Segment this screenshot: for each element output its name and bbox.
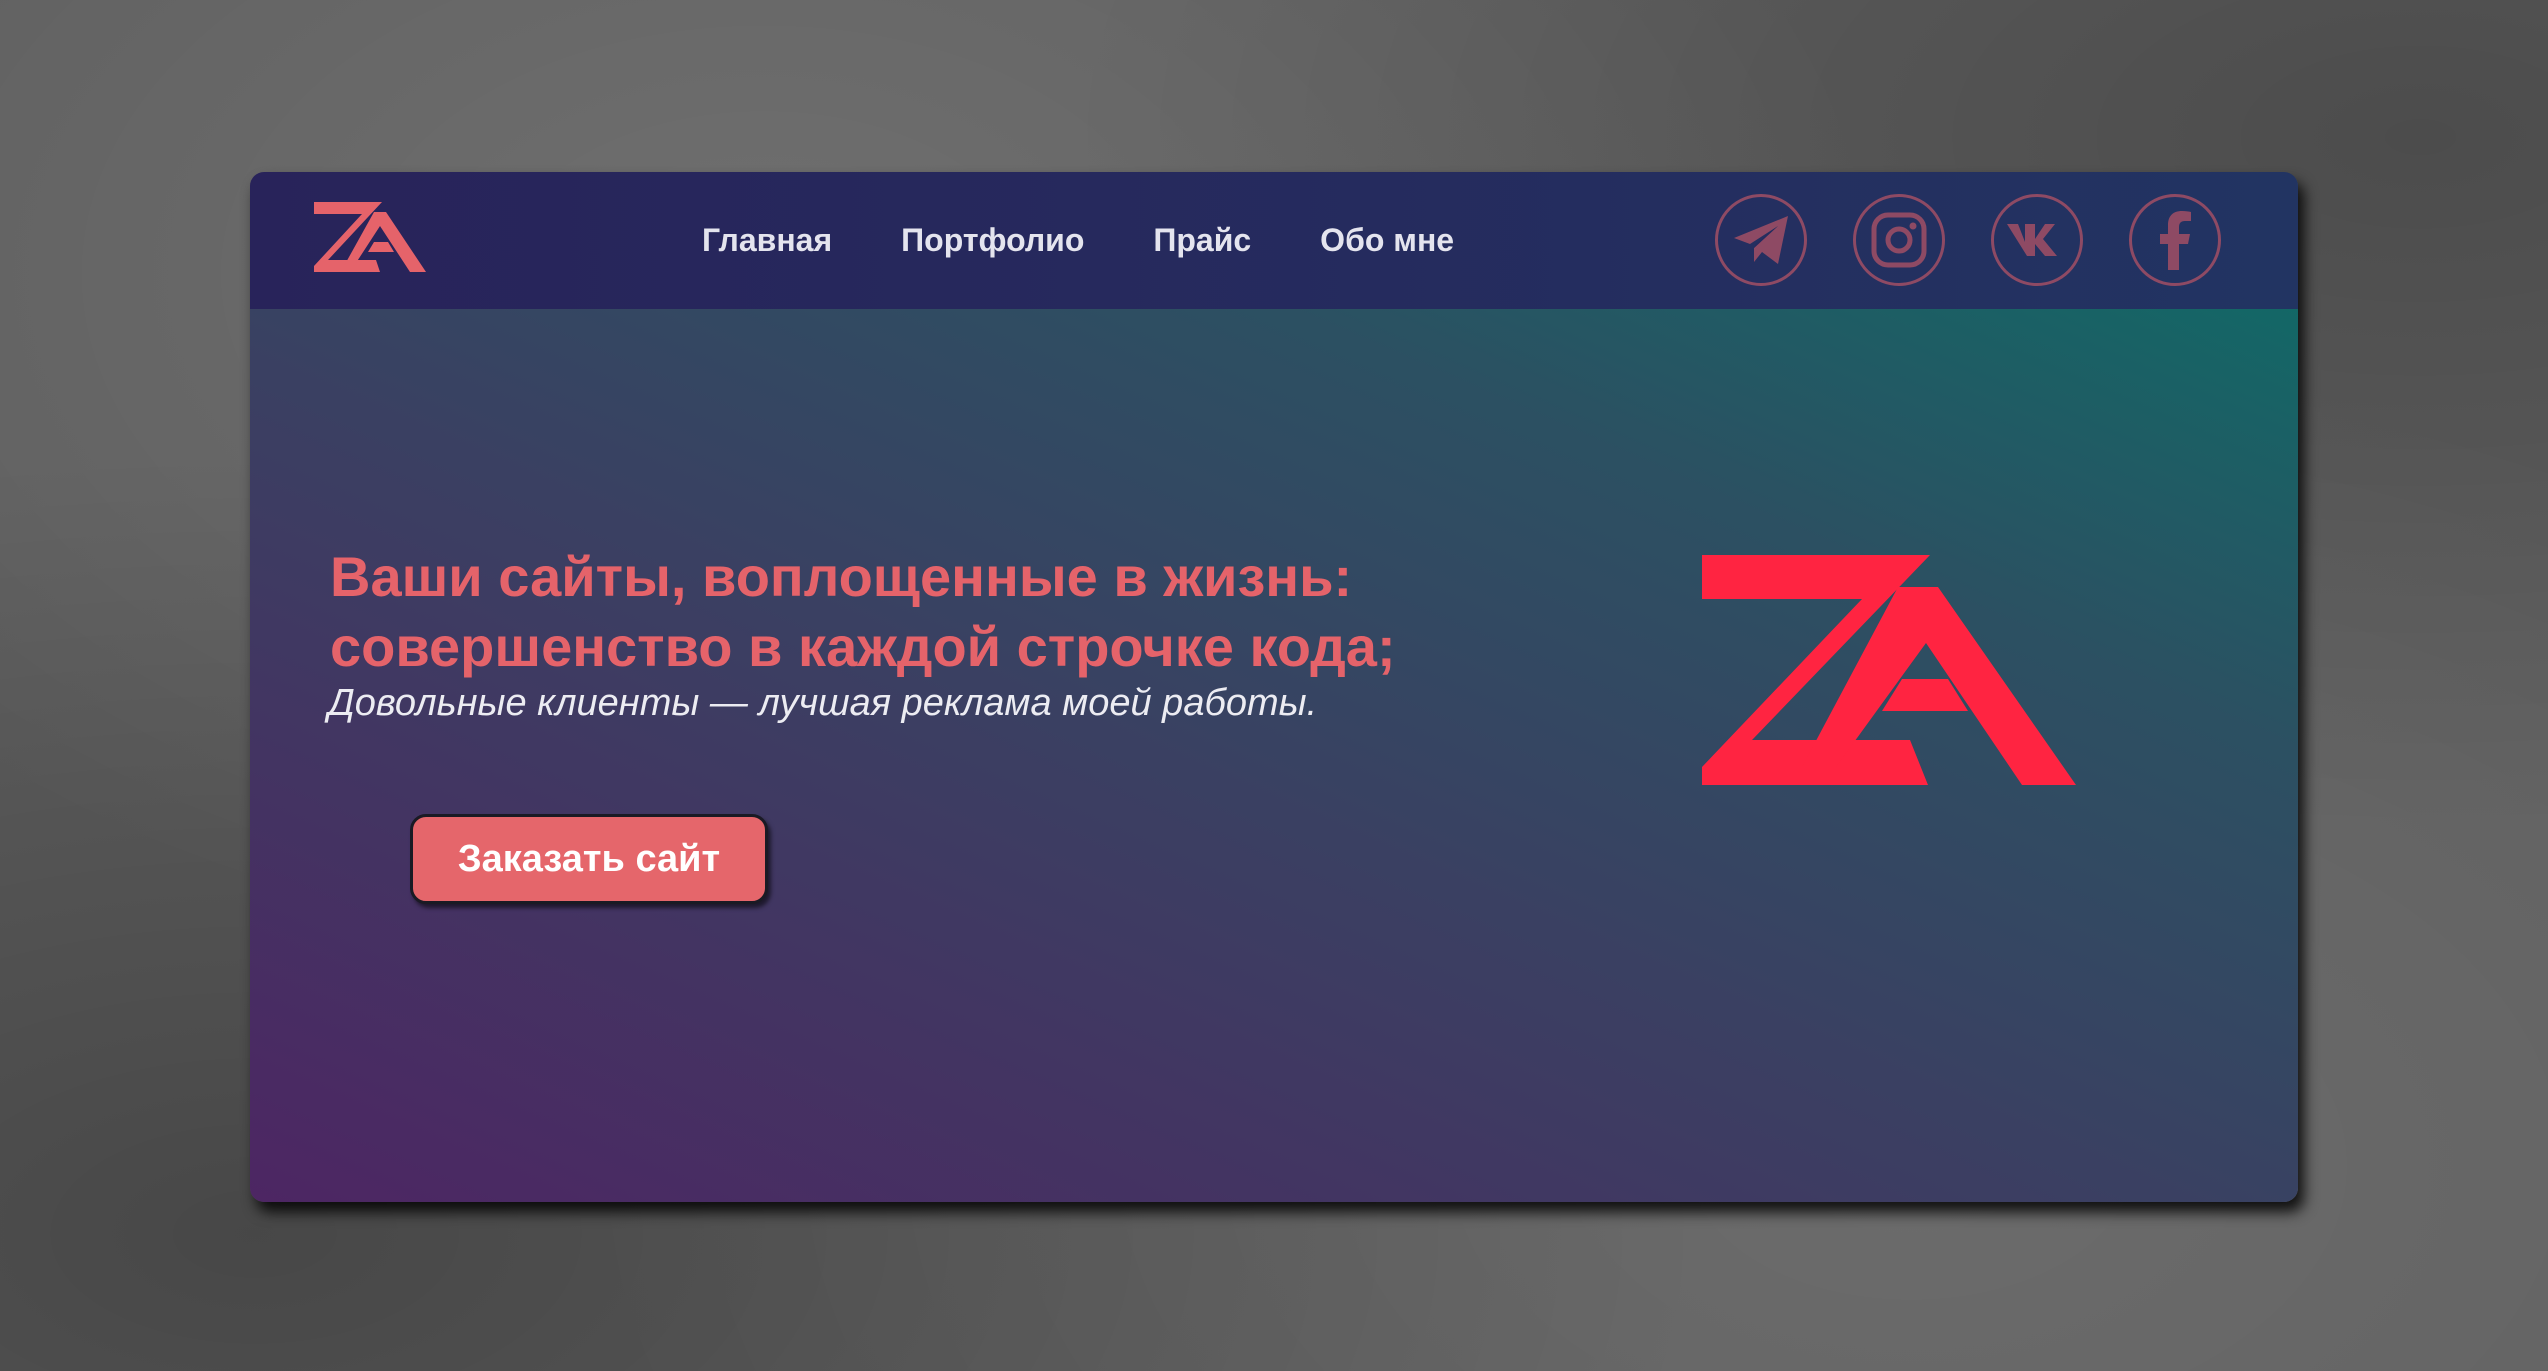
nav-item-home[interactable]: Главная [702, 222, 832, 259]
vk-link[interactable] [1991, 194, 2083, 286]
social-links [1715, 194, 2267, 286]
hero-headline: Ваши сайты, воплощенные в жизнь: соверше… [330, 542, 1630, 682]
facebook-link[interactable] [2129, 194, 2221, 286]
instagram-icon [1871, 212, 1927, 268]
telegram-icon [1734, 216, 1788, 264]
main-nav: Главная Портфолио Прайс Обо мне [702, 172, 1523, 309]
hero-headline-line2: совершенство в каждой строчке кода; [330, 615, 1396, 678]
hero-headline-line1: Ваши сайты, воплощенные в жизнь: [330, 545, 1353, 608]
hero-subtitle: Довольные клиенты — лучшая реклама моей … [328, 682, 1318, 724]
telegram-link[interactable] [1715, 194, 1807, 286]
facebook-icon [2160, 211, 2191, 270]
nav-item-price[interactable]: Прайс [1153, 222, 1251, 259]
landing-card: Главная Портфолио Прайс Обо мне Ваши сай… [250, 172, 2298, 1202]
instagram-link[interactable] [1853, 194, 1945, 286]
order-site-button[interactable]: Заказать сайт [410, 814, 768, 904]
za-logo[interactable] [314, 202, 426, 272]
site-header: Главная Портфолио Прайс Обо мне [250, 172, 2298, 309]
nav-item-portfolio[interactable]: Портфолио [901, 222, 1084, 259]
vk-icon [2007, 224, 2057, 256]
hero-logo [1702, 555, 2076, 785]
nav-item-about[interactable]: Обо мне [1320, 222, 1454, 259]
